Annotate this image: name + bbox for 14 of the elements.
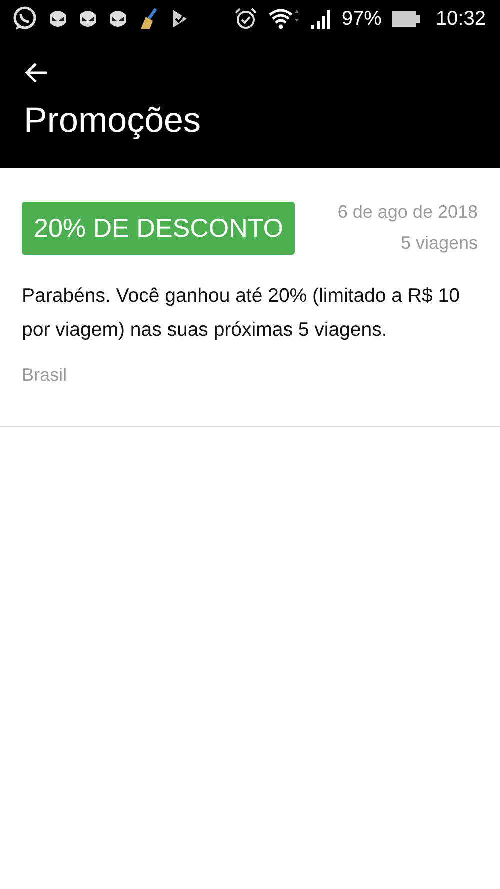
alarm-icon: [234, 7, 258, 31]
battery-icon: [392, 10, 420, 28]
chat-icon: [12, 6, 38, 32]
promo-date: 6 de ago de 2018: [338, 202, 478, 223]
page-title: Promoções: [24, 102, 202, 140]
clock-time: 10:32: [436, 9, 486, 29]
promo-description: Parabéns. Você ganhou até 20% (limitado a R$ 10 por viagem) nas suas próximas 5 viagens.: [22, 284, 461, 343]
promo-region: Brasil: [22, 365, 68, 386]
broom-icon: [138, 7, 160, 31]
wifi-icon: [268, 7, 300, 31]
battery-percentage: 97%: [342, 9, 382, 29]
discount-badge: 20% DE DESCONTO: [22, 202, 296, 255]
trip-count: 5 viagens: [400, 233, 478, 254]
signal-icon: [310, 8, 332, 30]
